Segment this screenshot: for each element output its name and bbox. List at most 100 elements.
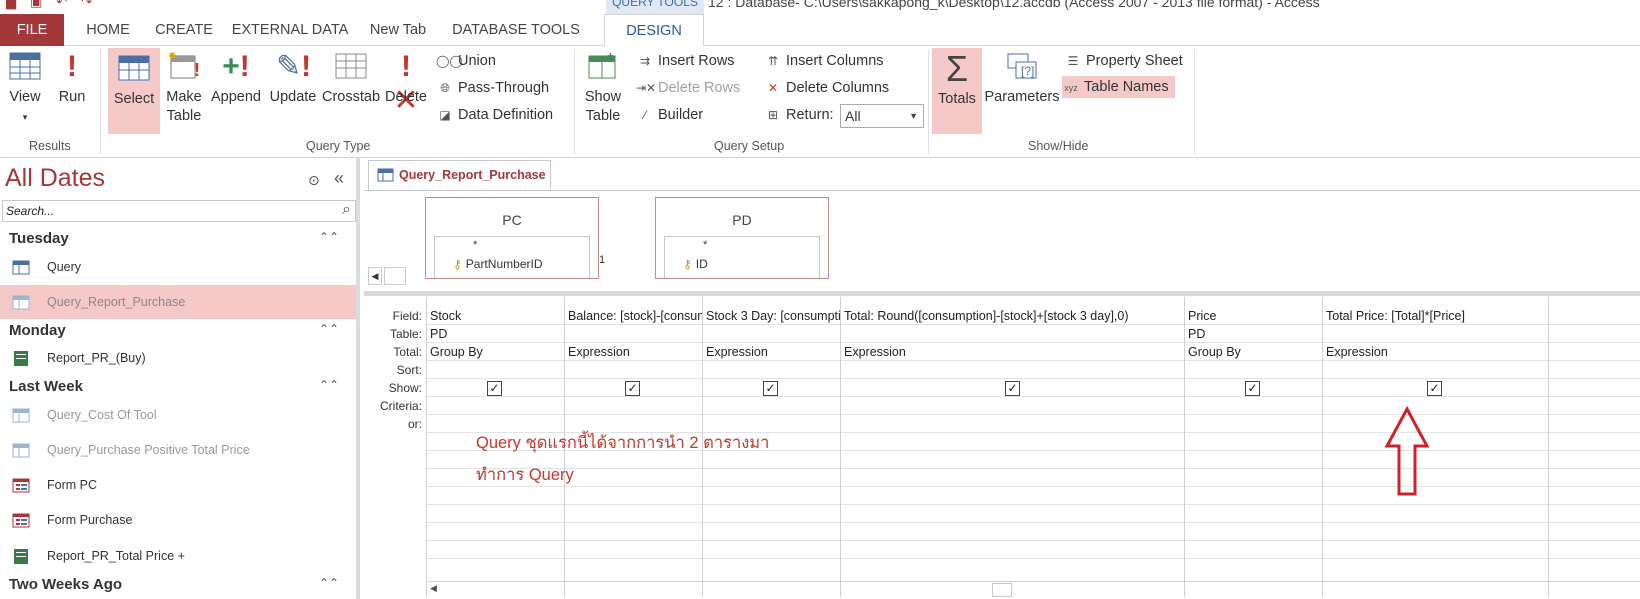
nav-item-query-cost-of-tool[interactable]: Query_Cost Of Tool <box>0 398 356 432</box>
return-select[interactable]: All ▼ <box>840 104 924 128</box>
collapse-nav-icon[interactable]: « <box>334 168 344 189</box>
tab-external-data[interactable]: EXTERNAL DATA <box>226 14 354 46</box>
delete-columns-button[interactable]: ✕ Delete Columns <box>764 77 889 99</box>
crosstab-button[interactable]: Crosstab <box>322 46 380 134</box>
group-separator <box>1194 50 1195 154</box>
field-cell[interactable]: Balance: [stock]-[consumption] <box>568 307 702 325</box>
report-icon <box>14 351 28 366</box>
union-button[interactable]: ◯◯Union <box>436 50 496 72</box>
table-pane: PC * ⚷ PartNumberID 1 PD * ⚷ ID ◀ <box>364 190 1640 306</box>
total-cell[interactable]: Group By <box>430 343 483 361</box>
search-icon[interactable]: ⌕ <box>342 201 351 219</box>
scroll-thumb[interactable] <box>992 583 1012 597</box>
save-icon[interactable]: ▣ <box>30 0 42 10</box>
nav-item-query[interactable]: Query <box>0 250 356 284</box>
total-cell[interactable]: Expression <box>1326 343 1388 361</box>
show-checkbox[interactable]: ✓ <box>1427 381 1442 396</box>
property-sheet-button[interactable]: ☰ Property Sheet <box>1064 50 1183 72</box>
show-table-button[interactable]: + Show Table <box>580 46 626 134</box>
grid-scrollbar[interactable]: ◀ <box>428 581 1640 597</box>
select-query-icon <box>117 52 151 86</box>
field-cell[interactable]: Total: Round([consumption]-[stock]+[stoc… <box>844 307 1184 325</box>
field-cell[interactable]: Total Price: [Total]*[Price] <box>1326 307 1548 325</box>
scroll-left-icon[interactable]: ◀ <box>368 267 382 285</box>
delete-x-icon: !✕ <box>393 50 419 117</box>
view-button[interactable]: View ▾ <box>2 46 48 134</box>
field-cell[interactable]: Price <box>1188 307 1322 325</box>
insert-columns-button[interactable]: ⇈ Insert Columns <box>764 50 884 72</box>
nav-group-monday[interactable]: Monday ⌃⌃ <box>9 322 349 339</box>
show-checkbox[interactable]: ✓ <box>1005 381 1020 396</box>
total-cell[interactable]: Expression <box>844 343 906 361</box>
table-names-button[interactable]: xyz Table Names <box>1062 76 1175 98</box>
nav-search-input[interactable]: Search... ⌕ <box>2 200 356 222</box>
delete-query-button[interactable]: !✕ Delete <box>382 46 430 134</box>
nav-item-report-pr-buy[interactable]: Report_PR_(Buy) <box>0 341 356 375</box>
collapse-icon[interactable]: ⌃⌃ <box>319 576 339 590</box>
builder-button[interactable]: ⁄ Builder <box>636 104 703 126</box>
total-cell[interactable]: Expression <box>706 343 768 361</box>
collapse-icon[interactable]: ⌃⌃ <box>319 230 339 244</box>
undo-icon[interactable]: ↶ <box>56 0 67 10</box>
field-star[interactable]: * <box>703 239 707 251</box>
nav-item-form-pc[interactable]: Form PC <box>0 468 356 502</box>
delete-rows-button[interactable]: ⇥✕ Delete Rows <box>636 77 740 99</box>
union-icon: ◯◯ <box>436 54 463 68</box>
nav-group-last-week[interactable]: Last Week ⌃⌃ <box>9 378 349 395</box>
redo-icon[interactable]: ↷ <box>81 0 92 10</box>
field-cell[interactable]: Stock <box>430 307 564 325</box>
collapse-icon[interactable]: ⌃⌃ <box>319 378 339 392</box>
data-definition-button[interactable]: ◪ Data Definition <box>436 104 553 126</box>
nav-item-form-purchase[interactable]: Form Purchase <box>0 503 356 537</box>
tab-database-tools[interactable]: DATABASE TOOLS <box>440 14 592 46</box>
select-query-button[interactable]: Select <box>108 48 160 134</box>
nav-group-two-weeks-ago[interactable]: Two Weeks Ago ⌃⌃ <box>9 576 349 593</box>
query-design-grid: Field: Table: Total: Sort: Show: Criteri… <box>364 296 1640 599</box>
field-star[interactable]: * <box>473 239 477 251</box>
field-cell[interactable]: Stock 3 Day: [consumption] <box>706 307 840 325</box>
update-button[interactable]: ✎! Update <box>266 46 320 134</box>
table-pane-scrollbar[interactable]: ◀ <box>366 267 1640 287</box>
append-plus-icon: +! <box>222 50 250 83</box>
scroll-left-icon[interactable]: ◀ <box>430 583 437 594</box>
tab-design[interactable]: DESIGN <box>604 14 704 47</box>
grid-column-total[interactable]: Total: Round([consumption]-[stock]+[stoc… <box>840 297 1184 597</box>
pass-through-button[interactable]: 🌐︎ Pass-Through <box>436 77 549 99</box>
builder-wand-icon: ⁄ <box>643 108 646 122</box>
run-button[interactable]: ! Run <box>52 46 92 134</box>
access-logo-icon: ▇ <box>6 0 16 9</box>
totals-button[interactable]: Σ Totals <box>932 48 982 134</box>
tab-new-tab[interactable]: New Tab <box>360 14 436 46</box>
grid-column-total-price[interactable]: Total Price: [Total]*[Price] Expression … <box>1322 297 1548 597</box>
total-cell[interactable]: Expression <box>568 343 630 361</box>
insert-rows-button[interactable]: ⇉ Insert Rows <box>636 50 735 72</box>
document-tab-bar: Query_Report_Purchase <box>364 158 1640 190</box>
nav-item-report-pr-total-price[interactable]: Report_PR_Total Price + <box>0 539 356 573</box>
row-label-total: Total: <box>393 345 422 359</box>
nav-item-query-purchase-positive[interactable]: Query_Purchase Positive Total Price <box>0 433 356 467</box>
run-exclamation-icon: ! <box>67 50 77 83</box>
scroll-thumb[interactable] <box>384 267 406 285</box>
make-table-button[interactable]: ! ✹ Make Table <box>160 46 208 134</box>
show-checkbox[interactable]: ✓ <box>763 381 778 396</box>
grid-column-empty[interactable] <box>1548 297 1640 597</box>
relationship-line[interactable]: 1 <box>599 255 606 267</box>
nav-menu-chevron-icon[interactable]: ⊙ <box>308 172 320 189</box>
document-tab-query-report-purchase[interactable]: Query_Report_Purchase <box>368 160 551 190</box>
show-checkbox[interactable]: ✓ <box>625 381 640 396</box>
collapse-icon[interactable]: ⌃⌃ <box>319 322 339 336</box>
show-checkbox[interactable]: ✓ <box>487 381 502 396</box>
parameters-button[interactable]: [?] Parameters <box>984 46 1060 134</box>
table-cell[interactable]: PD <box>1188 325 1205 343</box>
row-label-show: Show: <box>388 381 422 395</box>
tab-home[interactable]: HOME <box>72 14 144 46</box>
tab-file[interactable]: FILE <box>0 14 64 46</box>
table-cell[interactable]: PD <box>430 325 447 343</box>
total-cell[interactable]: Group By <box>1188 343 1241 361</box>
nav-item-query-report-purchase[interactable]: Query_Report_Purchase <box>0 285 356 319</box>
grid-column-price[interactable]: Price PD Group By ✓ <box>1184 297 1322 597</box>
tab-create[interactable]: CREATE <box>146 14 222 46</box>
append-button[interactable]: +! Append <box>208 46 264 134</box>
show-checkbox[interactable]: ✓ <box>1245 381 1260 396</box>
nav-group-tuesday[interactable]: Tuesday ⌃⌃ <box>9 230 349 247</box>
